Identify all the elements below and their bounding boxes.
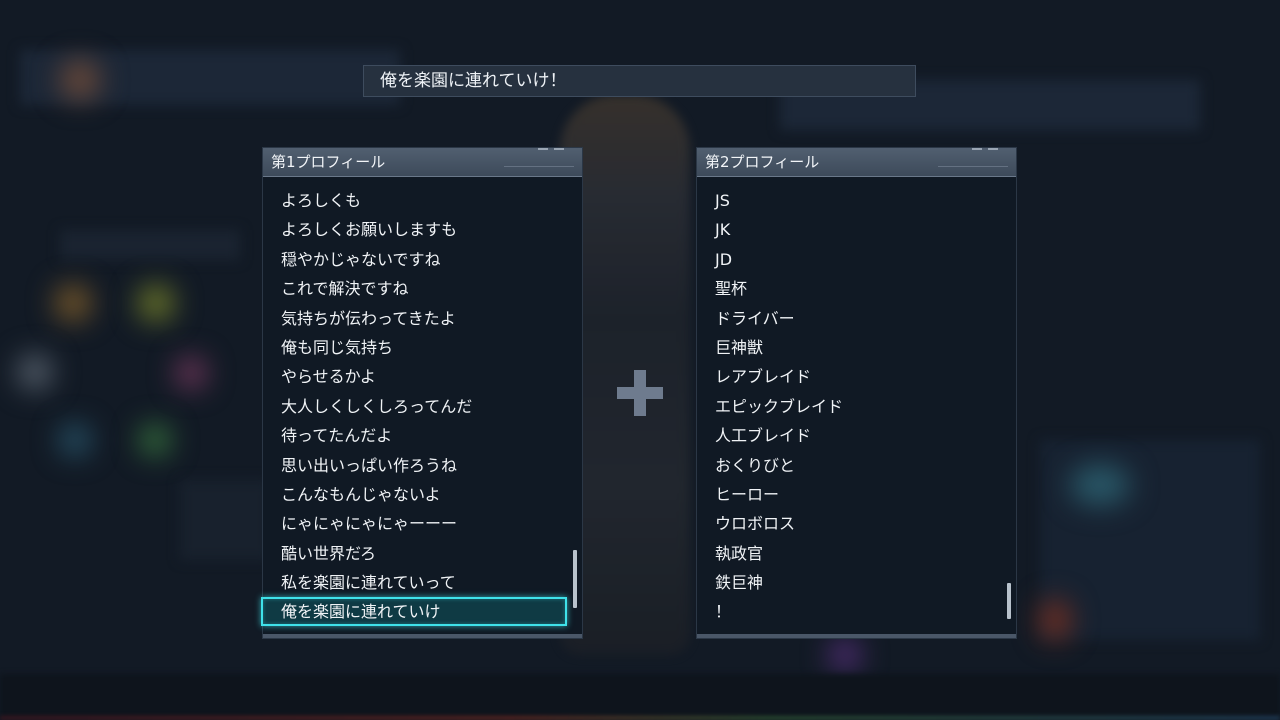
list-item[interactable]: 俺も同じ気持ち bbox=[263, 333, 582, 362]
second-profile-title: 第2プロフィール bbox=[705, 153, 820, 171]
list-item[interactable]: やらせるかよ bbox=[263, 362, 582, 391]
second-profile-panel: 第2プロフィール JS JK JD 聖杯 ドライバー 巨神獣 レアブレイド エピ… bbox=[696, 147, 1017, 639]
list-item[interactable]: 穏やかじゃないですね bbox=[263, 245, 582, 274]
list-item[interactable]: 酷い世界だろ bbox=[263, 539, 582, 568]
list-item[interactable]: 執政官 bbox=[697, 539, 1016, 568]
list-item[interactable]: 気持ちが伝わってきたよ bbox=[263, 304, 582, 333]
window-controls-decoration bbox=[538, 148, 568, 153]
list-item[interactable]: 聖杯 bbox=[697, 274, 1016, 303]
list-item[interactable]: 思い出いっぱい作ろうね bbox=[263, 451, 582, 480]
selected-list-item[interactable]: 俺を楽園に連れていけ bbox=[261, 597, 567, 627]
second-profile-header: 第2プロフィール bbox=[697, 148, 1016, 177]
first-profile-header: 第1プロフィール bbox=[263, 148, 582, 177]
list-item[interactable]: JS bbox=[697, 186, 1016, 215]
first-profile-scrollbar[interactable] bbox=[573, 550, 577, 608]
list-item[interactable]: 鉄巨神 bbox=[697, 568, 1016, 597]
header-decoration bbox=[504, 166, 574, 172]
combined-title-text: 俺を楽園に連れていけ！ bbox=[380, 71, 567, 91]
second-profile-list[interactable]: JS JK JD 聖杯 ドライバー 巨神獣 レアブレイド エピックブレイド 人工… bbox=[697, 186, 1016, 627]
list-item[interactable]: 人工ブレイド bbox=[697, 421, 1016, 450]
list-item[interactable]: 待ってたんだよ bbox=[263, 421, 582, 450]
first-profile-title: 第1プロフィール bbox=[271, 153, 386, 171]
window-controls-decoration bbox=[972, 148, 1002, 153]
first-profile-panel: 第1プロフィール よろしくも よろしくお願いしますも 穏やかじゃないですね これ… bbox=[261, 147, 583, 639]
panel-footer-decoration bbox=[697, 634, 1016, 638]
plus-icon bbox=[617, 370, 663, 416]
list-item[interactable]: にゃにゃにゃにゃーーー bbox=[263, 509, 582, 538]
list-item[interactable]: こんなもんじゃないよ bbox=[263, 480, 582, 509]
header-decoration bbox=[938, 166, 1008, 172]
panel-footer-decoration bbox=[263, 634, 582, 638]
list-item[interactable]: 私を楽園に連れていって bbox=[263, 568, 582, 597]
list-item[interactable]: よろしくお願いしますも bbox=[263, 215, 582, 244]
second-profile-scrollbar[interactable] bbox=[1007, 583, 1011, 619]
first-profile-list[interactable]: よろしくも よろしくお願いしますも 穏やかじゃないですね これで解決ですね 気持… bbox=[261, 186, 582, 627]
list-item[interactable]: ヒーロー bbox=[697, 480, 1016, 509]
list-item[interactable]: これで解決ですね bbox=[263, 274, 582, 303]
list-item[interactable]: レアブレイド bbox=[697, 362, 1016, 391]
combined-title-display: 俺を楽園に連れていけ！ bbox=[363, 65, 916, 97]
list-item[interactable]: JD bbox=[697, 245, 1016, 274]
list-item[interactable]: ！ bbox=[697, 597, 1016, 626]
list-item[interactable]: おくりびと bbox=[697, 451, 1016, 480]
list-item[interactable]: 大人しくしくしろってんだ bbox=[263, 392, 582, 421]
list-item[interactable]: JK bbox=[697, 215, 1016, 244]
list-item[interactable]: ドライバー bbox=[697, 304, 1016, 333]
list-item[interactable]: 巨神獣 bbox=[697, 333, 1016, 362]
list-item[interactable]: ウロボロス bbox=[697, 509, 1016, 538]
list-item[interactable]: よろしくも bbox=[263, 186, 582, 215]
blurred-game-background bbox=[0, 0, 1280, 720]
list-item[interactable]: エピックブレイド bbox=[697, 392, 1016, 421]
